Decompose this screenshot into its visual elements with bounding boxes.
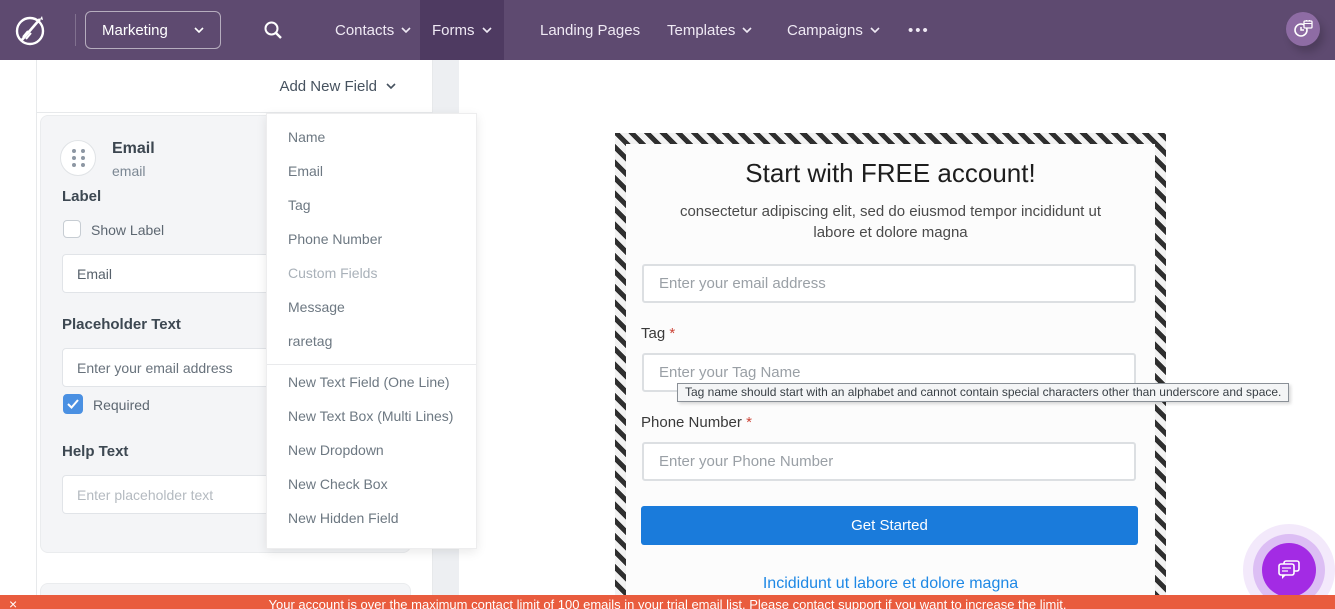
tag-label: Tag * xyxy=(641,325,675,342)
navbar-divider xyxy=(75,14,76,46)
show-label-text: Show Label xyxy=(91,222,164,238)
drag-dots-icon xyxy=(72,149,85,167)
chat-bubbles-icon xyxy=(1276,558,1302,582)
chevron-down-icon xyxy=(194,27,204,33)
limit-warning-banner: × Your account is over the maximum conta… xyxy=(0,595,1335,609)
nav-item-label: Landing Pages xyxy=(540,22,640,39)
product-switcher-label: Marketing xyxy=(102,22,168,39)
required-asterisk: * xyxy=(746,414,752,431)
menu-item-name[interactable]: Name xyxy=(267,120,476,154)
form-title: Start with FREE account! xyxy=(626,158,1155,189)
required-asterisk: * xyxy=(669,325,675,342)
footer-link[interactable]: Incididunt ut labore et dolore magna xyxy=(626,575,1155,593)
menu-item-email[interactable]: Email xyxy=(267,154,476,188)
search-icon[interactable] xyxy=(263,20,283,40)
field-editor-header: Add New Field xyxy=(37,60,432,113)
menu-item-phone-number[interactable]: Phone Number xyxy=(267,222,476,256)
form-subtitle: consectetur adipiscing elit, sed do eius… xyxy=(661,201,1120,243)
chevron-down-icon xyxy=(401,27,411,33)
benchmark-logo-icon[interactable] xyxy=(12,12,48,48)
add-new-field-label: Add New Field xyxy=(279,78,377,95)
label-heading: Label xyxy=(62,188,101,205)
banner-message: Your account is over the maximum contact… xyxy=(0,597,1335,609)
nav-item-label: Forms xyxy=(432,22,475,39)
menu-item-new-check-box[interactable]: New Check Box xyxy=(267,467,476,501)
clock-calendar-icon xyxy=(1293,19,1313,39)
more-ellipsis-icon: ••• xyxy=(908,22,930,39)
help-text-heading: Help Text xyxy=(62,443,128,460)
product-switcher-button[interactable]: Marketing xyxy=(85,11,221,49)
menu-item-custom-fields: Custom Fields xyxy=(267,256,476,290)
trial-clock-avatar[interactable] xyxy=(1286,12,1320,46)
nav-item-contacts[interactable]: Contacts xyxy=(323,0,423,60)
email-input[interactable] xyxy=(642,264,1136,303)
form-builder-page: Marketing Contacts Forms Landing Pages T… xyxy=(0,0,1335,609)
show-label-checkbox[interactable] xyxy=(63,220,81,238)
placeholder-heading: Placeholder Text xyxy=(62,316,181,333)
menu-item-new-dropdown[interactable]: New Dropdown xyxy=(267,433,476,467)
nav-item-label: Templates xyxy=(667,22,735,39)
nav-item-label: Campaigns xyxy=(787,22,863,39)
nav-item-forms[interactable]: Forms xyxy=(420,0,504,60)
phone-label: Phone Number * xyxy=(641,414,752,431)
chevron-down-icon xyxy=(870,27,880,33)
field-subtitle: email xyxy=(112,163,145,179)
menu-item-new-hidden-field[interactable]: New Hidden Field xyxy=(267,501,476,535)
field-title: Email xyxy=(112,140,155,158)
nav-item-campaigns[interactable]: Campaigns xyxy=(775,0,892,60)
nav-item-label: Contacts xyxy=(335,22,394,39)
get-started-button[interactable]: Get Started xyxy=(641,506,1138,545)
nav-item-landing-pages[interactable]: Landing Pages xyxy=(528,0,652,60)
check-icon xyxy=(67,399,79,409)
menu-item-new-text-field[interactable]: New Text Field (One Line) xyxy=(267,365,476,399)
nav-item-more[interactable]: ••• xyxy=(896,0,942,60)
form-preview-frame[interactable]: Start with FREE account! consectetur adi… xyxy=(615,133,1166,609)
menu-item-message[interactable]: Message xyxy=(267,290,476,324)
menu-item-tag[interactable]: Tag xyxy=(267,188,476,222)
chevron-down-icon xyxy=(386,83,396,89)
required-text: Required xyxy=(93,397,150,413)
tag-tooltip: Tag name should start with an alphabet a… xyxy=(677,383,1289,402)
nav-item-templates[interactable]: Templates xyxy=(655,0,764,60)
drag-handle[interactable] xyxy=(60,140,96,176)
chat-button[interactable] xyxy=(1262,543,1316,597)
form-preview: Start with FREE account! consectetur adi… xyxy=(626,144,1155,609)
add-new-field-button[interactable]: Add New Field xyxy=(279,78,396,95)
add-field-menu: Name Email Tag Phone Number Custom Field… xyxy=(266,113,477,549)
phone-input[interactable] xyxy=(642,442,1136,481)
menu-item-raretag[interactable]: raretag xyxy=(267,324,476,358)
top-navbar: Marketing Contacts Forms Landing Pages T… xyxy=(0,0,1335,60)
menu-item-new-text-box[interactable]: New Text Box (Multi Lines) xyxy=(267,399,476,433)
chevron-down-icon xyxy=(482,27,492,33)
chevron-down-icon xyxy=(742,27,752,33)
required-checkbox[interactable] xyxy=(63,394,83,414)
